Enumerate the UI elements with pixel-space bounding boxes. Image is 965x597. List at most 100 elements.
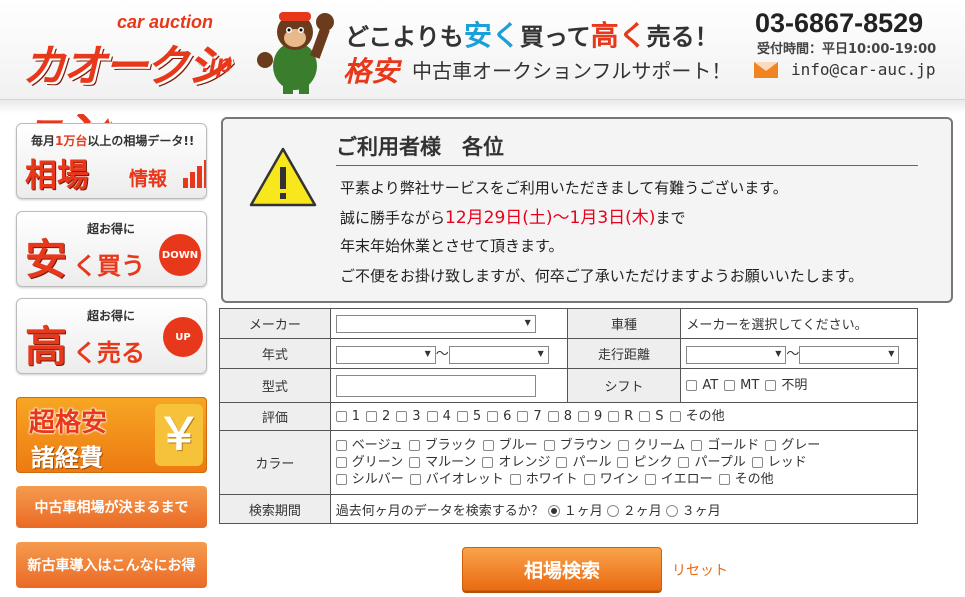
market-search-form: メーカー 車種 メーカーを選択してください。 年式 ～ 走行距離 ～ 型式 シフ… (219, 308, 919, 524)
color-option[interactable]: ゴールド (691, 437, 759, 454)
color-option[interactable]: その他 (718, 471, 774, 488)
checkbox[interactable] (547, 411, 559, 422)
checkbox[interactable] (335, 474, 347, 485)
grade-option[interactable]: 8 (547, 408, 572, 425)
checkbox[interactable] (617, 440, 629, 451)
grade-option[interactable]: その他 (669, 408, 725, 425)
checkbox[interactable] (617, 457, 629, 468)
checkbox[interactable] (751, 457, 763, 468)
checkbox[interactable] (426, 411, 438, 422)
grade-option[interactable]: 6 (487, 408, 511, 425)
color-option[interactable]: ブラック (408, 437, 477, 454)
color-options: ベージュ ブラック ブルー ブラウン クリーム ゴールド グレー グリーン マルーン オレンジ パー… (329, 430, 919, 495)
period-question: 過去何ヶ月のデータを検索するか？ (335, 503, 544, 519)
period-option[interactable]: ３ヶ月 (662, 504, 721, 519)
model-label: 車種 (566, 308, 682, 339)
color-option[interactable]: クリーム (617, 437, 685, 454)
sidebar-market-process-link[interactable]: 中古車相場が決まるまで (16, 486, 207, 528)
color-option[interactable]: ブラウン (543, 437, 612, 454)
checkbox[interactable] (335, 457, 347, 468)
checkbox[interactable] (678, 457, 690, 468)
color-option[interactable]: レッド (751, 454, 807, 471)
checkbox[interactable] (691, 440, 703, 451)
checkbox[interactable] (556, 457, 568, 468)
checkbox[interactable] (543, 440, 555, 451)
color-option[interactable]: パール (556, 454, 611, 471)
color-option[interactable]: ワイン (583, 471, 639, 488)
period-option-label: ３ヶ月 (681, 503, 721, 519)
checkbox[interactable] (409, 457, 421, 468)
period-option[interactable]: １ヶ月 (544, 504, 603, 519)
checkbox[interactable] (482, 440, 494, 451)
checkbox[interactable] (765, 380, 777, 391)
checkbox[interactable] (644, 474, 656, 485)
color-option-label: ホワイト (525, 472, 578, 487)
sidebar-sell-high-button[interactable]: 超お得に 高 く売る UP (16, 298, 207, 374)
checkbox[interactable] (686, 380, 698, 391)
checkbox[interactable] (366, 411, 377, 422)
mileage-from-select[interactable] (686, 345, 787, 364)
search-submit-button[interactable]: 相場検索 (462, 547, 662, 591)
color-option[interactable]: ピンク (617, 454, 672, 471)
color-option[interactable]: バイオレット (409, 471, 504, 488)
checkbox[interactable] (487, 411, 499, 422)
checkbox[interactable] (669, 411, 681, 422)
period-option[interactable]: ２ヶ月 (603, 504, 662, 519)
year-from-select[interactable] (335, 345, 436, 364)
type-input[interactable] (335, 374, 536, 397)
checkbox[interactable] (639, 411, 651, 422)
checkbox[interactable] (408, 440, 420, 451)
shift-option[interactable]: MT (724, 377, 759, 394)
checkbox[interactable] (509, 474, 521, 485)
color-option[interactable]: ホワイト (509, 471, 578, 488)
sidebar-market-info-button[interactable]: 毎月1万台以上の相場データ!! 相場 情報 (16, 123, 207, 199)
color-option[interactable]: グレー (765, 437, 820, 454)
shift-option[interactable]: 不明 (765, 377, 807, 394)
color-option[interactable]: ベージュ (335, 437, 403, 454)
checkbox[interactable] (517, 411, 529, 422)
checkbox[interactable] (724, 380, 736, 391)
year-to-select[interactable] (448, 345, 549, 364)
maker-cell (329, 308, 568, 339)
color-option[interactable]: パープル (678, 454, 746, 471)
color-option[interactable]: グリーン (335, 454, 403, 471)
radio-button[interactable] (606, 505, 619, 517)
color-option[interactable]: ブルー (482, 437, 538, 454)
checkbox[interactable] (335, 440, 347, 451)
checkbox[interactable] (608, 411, 620, 422)
grade-option[interactable]: S (639, 408, 664, 425)
mileage-to-select[interactable] (799, 345, 900, 364)
checkbox[interactable] (456, 411, 468, 422)
radio-button[interactable] (665, 505, 678, 517)
checkbox[interactable] (335, 411, 347, 422)
checkbox[interactable] (583, 474, 595, 485)
sidebar-new-used-import-link[interactable]: 新古車導入はこんなにお得 (16, 542, 207, 588)
grade-option[interactable]: 9 (577, 408, 602, 425)
checkbox[interactable] (718, 474, 730, 485)
checkbox[interactable] (409, 474, 421, 485)
grade-option[interactable]: 2 (366, 408, 390, 425)
sidebar-low-fees-button[interactable]: 超格安 諸経費 ￥ (16, 397, 207, 473)
color-option[interactable]: オレンジ (482, 454, 550, 471)
checkbox[interactable] (765, 440, 777, 451)
checkbox[interactable] (396, 411, 408, 422)
checkbox[interactable] (482, 457, 494, 468)
checkbox[interactable] (577, 411, 589, 422)
maker-select[interactable] (335, 314, 536, 333)
phone-number[interactable]: 03-6867-8529 (755, 8, 923, 39)
shift-option[interactable]: AT (686, 377, 718, 394)
color-option[interactable]: イエロー (644, 471, 713, 488)
grade-option[interactable]: 7 (517, 408, 542, 425)
grade-option[interactable]: 5 (456, 408, 481, 425)
radio-button[interactable] (547, 505, 560, 517)
reset-link[interactable]: リセット (672, 560, 728, 580)
color-option[interactable]: マルーン (409, 454, 476, 471)
color-option[interactable]: シルバー (335, 471, 404, 488)
sidebar-buy-cheap-button[interactable]: 超お得に 安 く買う DOWN (16, 211, 207, 287)
grade-option[interactable]: 3 (396, 408, 421, 425)
site-logo[interactable]: car auction カオークション .jp (22, 12, 242, 156)
grade-option[interactable]: 1 (335, 408, 360, 425)
grade-option[interactable]: 4 (426, 408, 451, 425)
grade-option[interactable]: R (608, 408, 633, 425)
email-link[interactable]: info@car-auc.jp (791, 60, 936, 79)
